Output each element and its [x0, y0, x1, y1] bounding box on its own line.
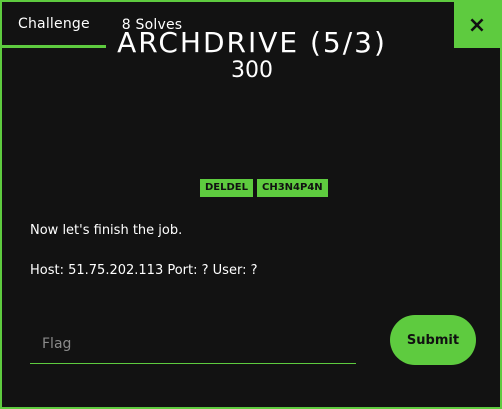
challenge-header: ARCHDRIVE (5/3) 300 — [102, 26, 402, 84]
tag-badge: DELDEL — [200, 179, 254, 197]
flag-input[interactable] — [30, 324, 356, 364]
tab-challenge[interactable]: Challenge — [2, 2, 106, 48]
challenge-points: 300 — [231, 58, 273, 83]
challenge-tags: DELDEL CH3N4P4N — [200, 179, 328, 197]
challenge-modal: Challenge 8 Solves × ARCHDRIVE (5/3) 300… — [0, 0, 502, 409]
challenge-description: Now let's finish the job. Host: 51.75.20… — [30, 222, 257, 302]
close-icon: × — [467, 12, 487, 38]
submit-button[interactable]: Submit — [390, 315, 476, 365]
description-line: Now let's finish the job. — [30, 223, 183, 238]
close-button[interactable]: × — [454, 2, 500, 48]
description-line: Host: 51.75.202.113 Port: ? User: ? — [30, 263, 258, 278]
tag-badge: CH3N4P4N — [257, 179, 328, 197]
challenge-title: ARCHDRIVE (5/3) — [117, 26, 387, 59]
